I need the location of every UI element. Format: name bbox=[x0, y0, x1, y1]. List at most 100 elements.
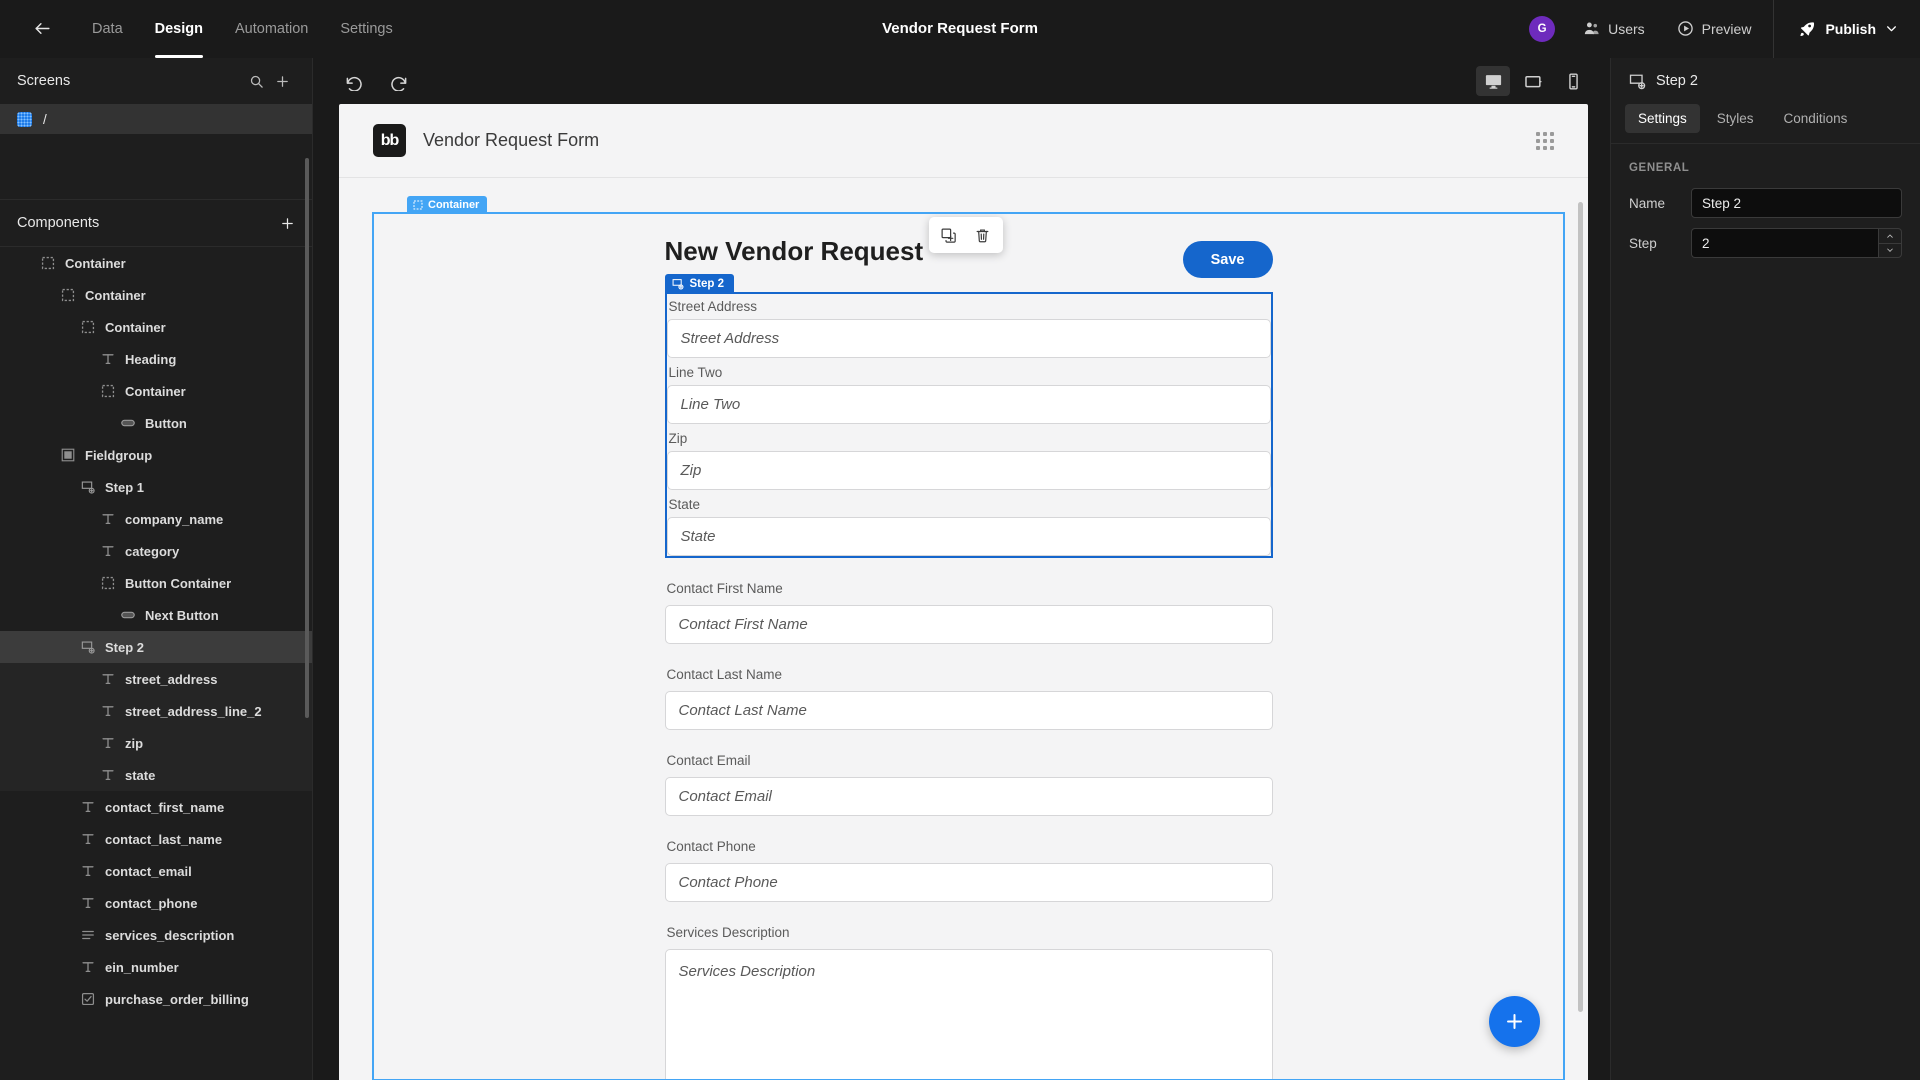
step-input[interactable]: 2 bbox=[1691, 228, 1878, 258]
tab-styles-panel[interactable]: Styles bbox=[1704, 104, 1767, 133]
section-title-general: GENERAL bbox=[1629, 162, 1690, 174]
tree-node-contact-email[interactable]: contact_email bbox=[0, 855, 312, 887]
text-icon bbox=[80, 959, 96, 975]
field-input[interactable]: Street Address bbox=[666, 319, 1271, 358]
text-icon bbox=[80, 863, 96, 879]
tree-node-next-button[interactable]: Next Button bbox=[0, 599, 312, 631]
mobile-icon[interactable] bbox=[1556, 66, 1590, 96]
preview-label: Preview bbox=[1701, 20, 1752, 37]
field-input[interactable]: Contact Last Name bbox=[664, 691, 1273, 730]
back-button[interactable] bbox=[22, 9, 62, 49]
checkbox-icon bbox=[80, 991, 96, 1007]
tree-node-heading[interactable]: Heading bbox=[0, 343, 312, 375]
selected-step-group[interactable]: Step 2 Street Address Street Address Line … bbox=[664, 274, 1273, 558]
add-component-fab[interactable] bbox=[1489, 996, 1540, 1047]
step-icon bbox=[80, 479, 96, 495]
tree-node-container[interactable]: Container bbox=[0, 311, 312, 343]
text-icon bbox=[100, 703, 116, 719]
tree-node-label: category bbox=[125, 543, 180, 559]
tree-node-label: state bbox=[125, 767, 156, 783]
tab-settings[interactable]: Settings bbox=[324, 0, 408, 58]
tree-node-services-description[interactable]: services_description bbox=[0, 919, 312, 951]
desktop-icon[interactable] bbox=[1476, 66, 1510, 96]
form-header: New Vendor Request Save bbox=[665, 217, 1273, 278]
tab-automation[interactable]: Automation bbox=[219, 0, 324, 58]
field-input[interactable]: Contact Email bbox=[664, 777, 1273, 816]
trash-icon[interactable] bbox=[973, 225, 993, 245]
preview-button[interactable]: Preview bbox=[1661, 20, 1768, 37]
field-input[interactable]: Zip bbox=[666, 451, 1271, 490]
name-input[interactable]: Step 2 bbox=[1691, 188, 1902, 218]
container-icon bbox=[40, 255, 56, 271]
screens-list: / bbox=[0, 104, 312, 134]
name-label: Name bbox=[1629, 195, 1666, 211]
tree-node-label: Next Button bbox=[145, 607, 219, 623]
add-component-button[interactable] bbox=[280, 216, 295, 231]
tree-node-contact-first-name[interactable]: contact_first_name bbox=[0, 791, 312, 823]
field-input[interactable]: Contact First Name bbox=[664, 605, 1273, 644]
tree-node-state[interactable]: state bbox=[0, 759, 312, 791]
tree-node-category[interactable]: category bbox=[0, 535, 312, 567]
tree-node-step-1[interactable]: Step 1 bbox=[0, 471, 312, 503]
tab-data[interactable]: Data bbox=[76, 0, 139, 58]
history-controls bbox=[339, 66, 413, 96]
form-inner: New Vendor Request Save Step 2 Street Ad… bbox=[374, 214, 1563, 1079]
tree-node-company-name[interactable]: company_name bbox=[0, 503, 312, 535]
text-icon bbox=[80, 799, 96, 815]
grid-dots-icon[interactable] bbox=[1536, 131, 1554, 150]
tree-node-purchase-order-billing[interactable]: purchase_order_billing bbox=[0, 983, 312, 1015]
field-input[interactable]: State bbox=[666, 517, 1271, 556]
chevron-up-icon[interactable] bbox=[1879, 229, 1901, 244]
tree-node-street-address-line-2[interactable]: street_address_line_2 bbox=[0, 695, 312, 727]
avatar[interactable]: G bbox=[1529, 15, 1556, 42]
tree-node-label: Step 1 bbox=[105, 479, 145, 495]
arrow-left-icon bbox=[33, 19, 52, 38]
container-icon bbox=[60, 287, 76, 303]
components-title: Components bbox=[17, 215, 100, 231]
tree-node-container[interactable]: Container bbox=[0, 279, 312, 311]
canvas-wrapper: bb Vendor Request Form Container New Ven… bbox=[313, 104, 1610, 1080]
top-nav: Data Design Automation Settings bbox=[76, 0, 409, 58]
toolbar-divider bbox=[1773, 0, 1775, 58]
field-input[interactable]: Line Two bbox=[666, 385, 1271, 424]
general-section: GENERAL Name Step 2 Step 2 bbox=[1611, 144, 1920, 268]
tree-node-zip[interactable]: zip bbox=[0, 727, 312, 759]
top-bar-actions: G Users Preview Publish bbox=[1517, 0, 1920, 58]
tablet-icon[interactable] bbox=[1516, 66, 1550, 96]
field-label: Zip bbox=[668, 431, 688, 446]
save-button[interactable]: Save bbox=[1182, 241, 1273, 278]
tree-node-container[interactable]: Container bbox=[0, 375, 312, 407]
publish-button[interactable]: Publish bbox=[1780, 20, 1920, 38]
tree-scrollbar[interactable] bbox=[305, 158, 309, 718]
tree-node-container[interactable]: Container bbox=[0, 247, 312, 279]
users-button[interactable]: Users bbox=[1567, 20, 1661, 37]
step-icon bbox=[672, 278, 684, 290]
tab-design[interactable]: Design bbox=[139, 0, 219, 58]
search-icon[interactable] bbox=[243, 68, 269, 94]
tab-settings-panel[interactable]: Settings bbox=[1625, 104, 1700, 133]
tree-node-contact-phone[interactable]: contact_phone bbox=[0, 887, 312, 919]
form-field: State State bbox=[666, 492, 1271, 556]
redo-icon[interactable] bbox=[383, 66, 413, 96]
field-label: Contact Last Name bbox=[666, 667, 783, 682]
tree-node-button[interactable]: Button bbox=[0, 407, 312, 439]
tab-conditions-panel[interactable]: Conditions bbox=[1771, 104, 1861, 133]
tree-node-street-address[interactable]: street_address bbox=[0, 663, 312, 695]
step-row: Step 2 bbox=[1629, 228, 1902, 258]
screen-item-root[interactable]: / bbox=[0, 104, 312, 134]
chevron-down-icon[interactable] bbox=[1879, 244, 1901, 258]
field-label: Contact Phone bbox=[666, 839, 756, 854]
duplicate-icon[interactable] bbox=[939, 225, 959, 245]
field-input[interactable]: Services Description bbox=[664, 949, 1273, 1079]
canvas-scrollbar[interactable] bbox=[1578, 202, 1583, 1012]
field-input[interactable]: Contact Phone bbox=[664, 863, 1273, 902]
selected-container-outline[interactable]: Container New Vendor Request Save Step 2… bbox=[372, 196, 1565, 1080]
tree-node-fieldgroup[interactable]: Fieldgroup bbox=[0, 439, 312, 471]
tree-node-ein-number[interactable]: ein_number bbox=[0, 951, 312, 983]
tree-node-step-2[interactable]: Step 2 bbox=[0, 631, 312, 663]
tree-node-contact-last-name[interactable]: contact_last_name bbox=[0, 823, 312, 855]
add-screen-button[interactable] bbox=[269, 68, 295, 94]
tree-node-button-container[interactable]: Button Container bbox=[0, 567, 312, 599]
rocket-icon bbox=[1798, 20, 1816, 38]
undo-icon[interactable] bbox=[339, 66, 369, 96]
